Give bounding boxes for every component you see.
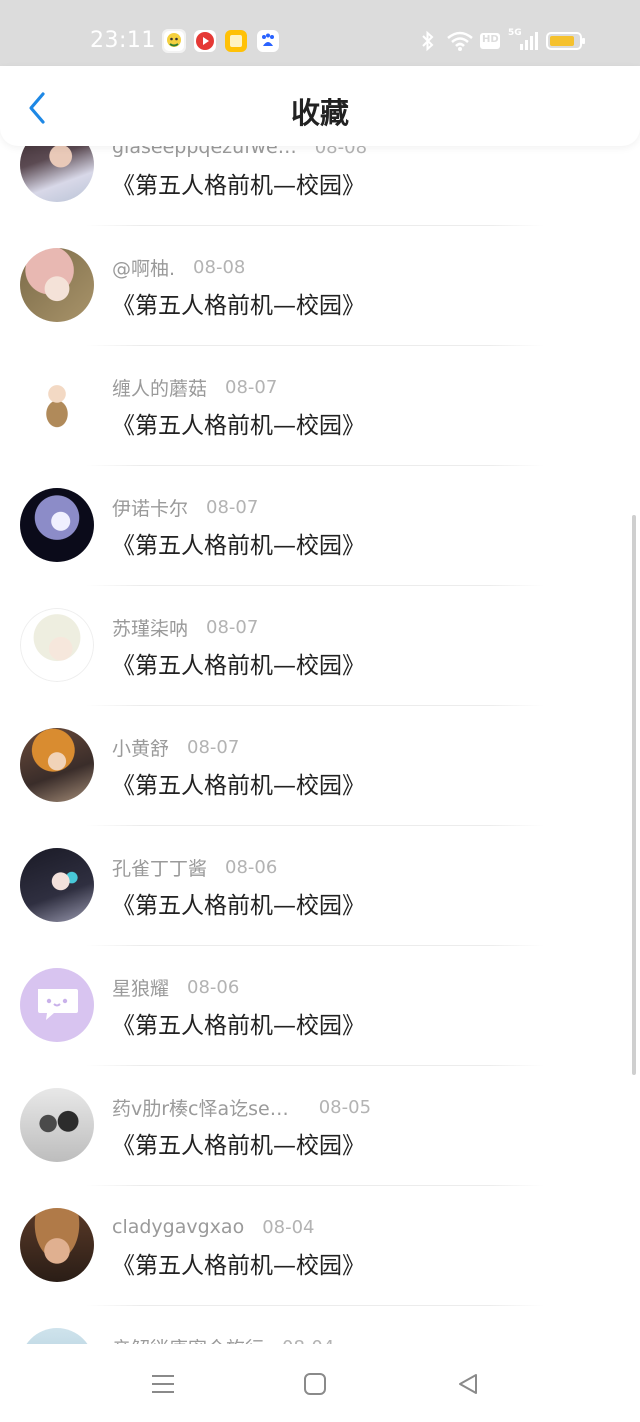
avatar[interactable] — [20, 368, 94, 442]
post-date: 08-04 — [262, 1216, 315, 1238]
hd-icon: HD — [480, 30, 500, 52]
author-name[interactable]: 缠人的蘑菇 — [112, 374, 207, 401]
post-date: 08-07 — [206, 496, 259, 518]
author-name[interactable]: 星狼耀 — [112, 974, 169, 1001]
author-name[interactable]: 亲解徜庸密今旅行 — [112, 1334, 264, 1345]
system-nav-bar — [0, 1344, 640, 1422]
scrollbar[interactable] — [632, 515, 636, 1075]
post-title[interactable]: 《第五人格前机—校园》 — [112, 166, 365, 200]
list-item[interactable]: 小黄舒 08-07 《第五人格前机—校园》 — [0, 706, 640, 826]
post-date: 08-07 — [225, 376, 278, 398]
post-title[interactable]: 《第五人格前机—校园》 — [112, 526, 365, 560]
author-name[interactable]: glaseeppqezufwe… — [112, 146, 297, 158]
post-date: 08-08 — [314, 146, 368, 158]
list-item[interactable]: 孔雀丁丁酱 08-06 《第五人格前机—校园》 — [0, 826, 640, 946]
author-name[interactable]: cladygavgxao — [112, 1216, 244, 1238]
post-title[interactable]: 《第五人格前机—校园》 — [112, 406, 365, 440]
avatar[interactable] — [20, 1328, 94, 1344]
status-bar: 23:11 HD 5G — [0, 0, 640, 66]
list-item[interactable]: 药v肋r楱c怿a讫se… 08-05 《第五人格前机—校园》 — [0, 1066, 640, 1186]
notes-icon — [224, 29, 248, 53]
post-date: 08-04 — [282, 1337, 334, 1345]
triangle-back-icon — [459, 1374, 477, 1394]
menu-button[interactable] — [143, 1368, 183, 1400]
list-item[interactable]: glaseeppqezufwe… 08-08 《第五人格前机—校园》 — [0, 146, 640, 226]
avatar[interactable] — [20, 1208, 94, 1282]
post-title[interactable]: 《第五人格前机—校园》 — [112, 646, 365, 680]
list-item[interactable]: 缠人的蘑菇 08-07 《第五人格前机—校园》 — [0, 346, 640, 466]
author-name[interactable]: 伊诺卡尔 — [112, 494, 188, 521]
list-item[interactable]: 亲解徜庸密今旅行 08-04 — [0, 1306, 640, 1344]
author-name[interactable]: 药v肋r楱c怿a讫se… — [112, 1094, 289, 1121]
list-item[interactable]: 苏瑾柒呐 08-07 《第五人格前机—校园》 — [0, 586, 640, 706]
post-date: 08-05 — [318, 1096, 372, 1118]
battery-icon — [546, 30, 586, 52]
home-button[interactable] — [295, 1368, 335, 1400]
bluetooth-icon — [420, 30, 436, 52]
chat-bubble-icon — [38, 989, 78, 1020]
face-app-icon — [162, 29, 186, 53]
avatar[interactable] — [20, 968, 94, 1042]
page-title: 收藏 — [290, 96, 349, 130]
post-title[interactable]: 《第五人格前机—校园》 — [112, 1006, 365, 1040]
post-title[interactable]: 《第五人格前机—校园》 — [112, 766, 365, 800]
avatar[interactable] — [20, 1088, 94, 1162]
avatar[interactable] — [20, 848, 94, 922]
nav-back-button[interactable] — [448, 1368, 488, 1400]
post-title[interactable]: 《第五人格前机—校园》 — [112, 286, 365, 320]
menu-lines-icon — [152, 1375, 174, 1393]
post-title[interactable]: 《第五人格前机—校园》 — [112, 1246, 365, 1280]
list-item[interactable]: cladygavgxao 08-04 《第五人格前机—校园》 — [0, 1186, 640, 1306]
author-name[interactable]: 孔雀丁丁酱 — [112, 854, 207, 881]
hd-label: HD — [482, 34, 499, 45]
post-date: 08-07 — [187, 736, 240, 758]
avatar[interactable] — [20, 728, 94, 802]
post-date: 08-07 — [206, 616, 259, 638]
author-name[interactable]: @啊柚. — [112, 254, 175, 281]
avatar[interactable] — [20, 488, 94, 562]
status-time: 23:11 — [90, 28, 156, 53]
post-date: 08-08 — [193, 256, 246, 278]
signal-5g-icon: 5G — [508, 28, 538, 52]
list-item[interactable]: 星狼耀 08-06 《第五人格前机—校园》 — [0, 946, 640, 1066]
post-date: 08-06 — [187, 976, 240, 998]
square-home-icon — [304, 1373, 326, 1395]
list-item[interactable]: @啊柚. 08-08 《第五人格前机—校园》 — [0, 226, 640, 346]
avatar[interactable] — [20, 146, 94, 202]
wifi-icon — [446, 30, 474, 52]
network-label: 5G — [508, 28, 522, 38]
list-item[interactable]: 伊诺卡尔 08-07 《第五人格前机—校园》 — [0, 466, 640, 586]
author-name[interactable]: 苏瑾柒呐 — [112, 614, 188, 641]
post-date: 08-06 — [225, 856, 278, 878]
page-header: 收藏 — [0, 66, 640, 146]
post-title[interactable]: 《第五人格前机—校园》 — [112, 886, 365, 920]
avatar[interactable] — [20, 248, 94, 322]
post-title[interactable]: 《第五人格前机—校园》 — [112, 1126, 365, 1160]
baidu-paw-icon — [256, 29, 280, 53]
avatar[interactable] — [20, 608, 94, 682]
video-play-icon — [193, 29, 217, 53]
favorites-list: glaseeppqezufwe… 08-08 《第五人格前机—校园》 @啊柚. … — [0, 146, 640, 1344]
author-name[interactable]: 小黄舒 — [112, 734, 169, 761]
